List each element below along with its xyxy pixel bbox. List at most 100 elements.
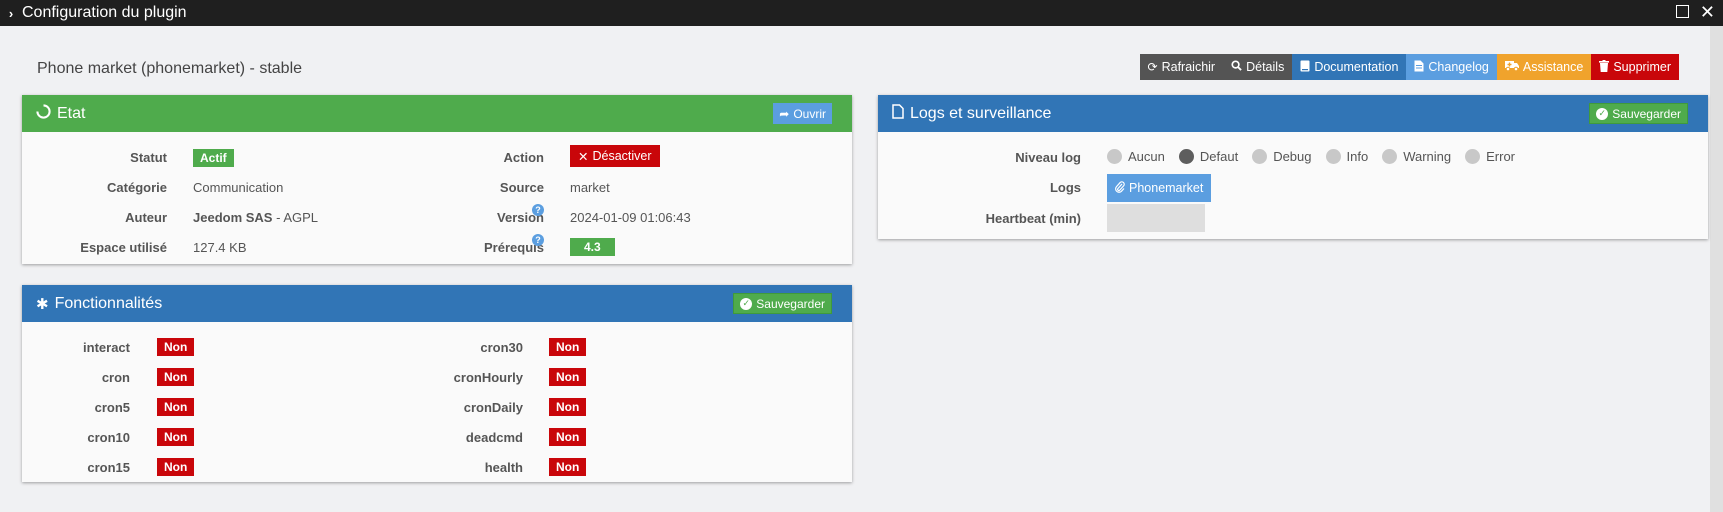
log-level-debug-label: Debug bbox=[1273, 149, 1312, 164]
log-file-button[interactable]: Phonemarket bbox=[1107, 174, 1212, 202]
ambulance-icon bbox=[1504, 60, 1519, 74]
log-level-warning-label: Warning bbox=[1403, 149, 1452, 164]
share-icon: ➦ bbox=[779, 106, 790, 121]
version-help-icon[interactable]: ? bbox=[532, 204, 544, 216]
feature-value-cron10: Non bbox=[157, 428, 195, 446]
feature-name-cronhourly: cronHourly bbox=[453, 370, 523, 385]
feature-name-cron15: cron15 bbox=[87, 460, 130, 475]
logs-title: Logs et surveillance bbox=[910, 104, 1052, 122]
changelog-button[interactable]: Changelog bbox=[1406, 54, 1497, 80]
deactivate-button[interactable]: ✕ Désactiver bbox=[570, 145, 660, 167]
log-level-radio-group: Aucun Defaut Debug Info Warning Error bbox=[1107, 149, 1529, 164]
open-button[interactable]: ➦ Ouvrir bbox=[773, 103, 832, 124]
source-label: Source bbox=[499, 180, 544, 195]
logs-panel: Logs et surveillance ✓ Sauvegarder Nivea… bbox=[878, 95, 1708, 239]
features-title: Fonctionnalités bbox=[54, 294, 163, 312]
puzzle-icon: ✱ bbox=[36, 295, 49, 313]
feature-name-deadcmd: deadcmd bbox=[465, 430, 523, 445]
heartbeat-input[interactable] bbox=[1107, 204, 1205, 232]
prerequis-label: Prérequis bbox=[484, 240, 544, 255]
espace-value: 127.4 KB bbox=[193, 240, 247, 255]
log-level-warning[interactable]: Warning bbox=[1382, 149, 1451, 164]
feature-value-cron30: Non bbox=[549, 338, 587, 356]
features-save-button[interactable]: ✓ Sauvegarder bbox=[733, 293, 832, 314]
plugin-toolbar: ⟳ Rafraichir Détails Documentation Chang… bbox=[1139, 54, 1679, 80]
feature-value-cron: Non bbox=[157, 368, 195, 386]
feature-value-cronhourly: Non bbox=[549, 368, 587, 386]
log-level-defaut-label: Defaut bbox=[1199, 149, 1239, 164]
paperclip-icon bbox=[1115, 180, 1125, 196]
feature-value-interact: Non bbox=[157, 338, 195, 356]
assistance-button[interactable]: Assistance bbox=[1496, 54, 1592, 80]
open-label: Ouvrir bbox=[793, 106, 826, 121]
radio-error[interactable] bbox=[1465, 149, 1481, 164]
log-level-aucun-label: Aucun bbox=[1128, 149, 1165, 164]
logs-panel-header: Logs et surveillance ✓ Sauvegarder bbox=[878, 95, 1708, 132]
times-icon: ✕ bbox=[578, 149, 589, 164]
delete-label: Supprimer bbox=[1613, 60, 1671, 74]
version-value: 2024-01-09 01:06:43 bbox=[570, 210, 691, 225]
log-level-aucun[interactable]: Aucun bbox=[1107, 149, 1165, 164]
assistance-label: Assistance bbox=[1522, 60, 1584, 74]
action-label: Action bbox=[503, 150, 544, 165]
feature-name-crondaily: cronDaily bbox=[463, 400, 523, 415]
window-title: Configuration du plugin bbox=[22, 4, 187, 21]
feature-name-cron30: cron30 bbox=[480, 340, 523, 355]
log-level-error[interactable]: Error bbox=[1465, 149, 1515, 164]
log-level-defaut[interactable]: Defaut bbox=[1178, 149, 1239, 164]
documentation-button[interactable]: Documentation bbox=[1292, 54, 1407, 80]
details-button[interactable]: Détails bbox=[1223, 54, 1293, 80]
log-level-info-label: Info bbox=[1346, 149, 1369, 164]
file-icon bbox=[892, 104, 904, 123]
radio-debug[interactable] bbox=[1252, 149, 1268, 164]
features-panel: ✱ Fonctionnalités ✓ Sauvegarder interact… bbox=[22, 285, 852, 482]
refresh-label: Rafraichir bbox=[1161, 60, 1216, 74]
features-panel-header: ✱ Fonctionnalités ✓ Sauvegarder bbox=[22, 285, 852, 322]
prerequis-help-icon[interactable]: ? bbox=[532, 234, 544, 246]
feature-name-cron10: cron10 bbox=[87, 430, 130, 445]
prerequis-badge: 4.3 bbox=[570, 238, 615, 256]
niveau-log-label: Niveau log bbox=[1015, 150, 1081, 165]
feature-value-health: Non bbox=[549, 458, 587, 476]
file-icon bbox=[1414, 60, 1424, 75]
logs-save-label: Sauvegarder bbox=[1612, 106, 1681, 121]
auteur-label: Auteur bbox=[125, 210, 167, 225]
delete-button[interactable]: Supprimer bbox=[1591, 54, 1679, 80]
refresh-icon: ⟳ bbox=[1147, 60, 1158, 74]
features-save-label: Sauvegarder bbox=[756, 296, 825, 311]
logs-save-button[interactable]: ✓ Sauvegarder bbox=[1589, 103, 1688, 124]
feature-value-crondaily: Non bbox=[549, 398, 587, 416]
maximize-icon[interactable] bbox=[1676, 5, 1689, 18]
trash-icon bbox=[1599, 59, 1610, 75]
feature-name-cron: cron bbox=[101, 370, 130, 385]
chevron-right-icon[interactable]: › bbox=[0, 6, 22, 21]
check-circle-icon: ✓ bbox=[740, 297, 753, 310]
etat-panel-header: Etat ➦ Ouvrir bbox=[22, 95, 852, 132]
log-file-label: Phonemarket bbox=[1129, 181, 1204, 195]
details-label: Détails bbox=[1246, 60, 1285, 74]
categorie-value: Communication bbox=[193, 180, 284, 195]
heartbeat-label: Heartbeat (min) bbox=[985, 211, 1081, 226]
plugin-title: Phone market (phonemarket) - stable bbox=[37, 60, 303, 77]
radio-info[interactable] bbox=[1325, 149, 1341, 164]
source-value: market bbox=[570, 180, 610, 195]
deactivate-label: Désactiver bbox=[592, 149, 652, 163]
feature-value-deadcmd: Non bbox=[549, 428, 587, 446]
feature-name-interact: interact bbox=[83, 340, 130, 355]
log-level-debug[interactable]: Debug bbox=[1252, 149, 1312, 164]
auteur-license: - AGPL bbox=[272, 210, 319, 225]
radio-aucun[interactable] bbox=[1107, 149, 1122, 164]
auteur-value: Jeedom SAS - AGPL bbox=[193, 210, 318, 225]
version-label: Version bbox=[497, 210, 544, 225]
log-level-info[interactable]: Info bbox=[1325, 149, 1369, 164]
book-icon bbox=[1300, 60, 1310, 75]
scrollbar[interactable] bbox=[1710, 26, 1723, 512]
refresh-button[interactable]: ⟳ Rafraichir bbox=[1139, 54, 1224, 80]
radio-warning[interactable] bbox=[1382, 149, 1398, 164]
radio-defaut[interactable] bbox=[1178, 149, 1194, 164]
check-circle-icon: ✓ bbox=[1596, 107, 1609, 120]
feature-value-cron5: Non bbox=[157, 398, 195, 416]
espace-label: Espace utilisé bbox=[80, 240, 167, 255]
categorie-label: Catégorie bbox=[107, 180, 167, 195]
close-icon[interactable]: ✕ bbox=[1700, 2, 1715, 22]
